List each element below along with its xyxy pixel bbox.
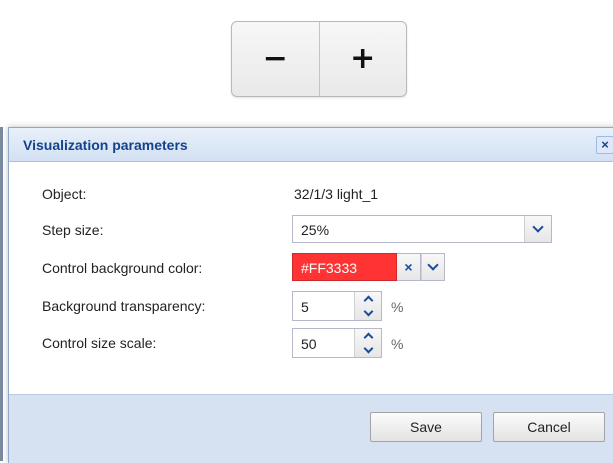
bg-transparency-value: 5: [301, 299, 309, 315]
step-size-label: Step size:: [42, 222, 104, 238]
bg-transparency-increment[interactable]: [355, 292, 381, 306]
chevron-up-icon: [363, 295, 373, 306]
bg-color-dropdown-button[interactable]: [421, 253, 445, 281]
bg-transparency-unit: %: [391, 299, 404, 315]
size-scale-spinner[interactable]: 50: [292, 328, 382, 358]
stepper-control: − +: [231, 21, 407, 97]
bg-color-label: Control background color:: [42, 260, 203, 276]
size-scale-decrement[interactable]: [355, 343, 381, 357]
bg-color-row: Control background color: #FF3333 ×: [9, 253, 613, 283]
bg-color-value: #FF3333: [301, 260, 358, 276]
chevron-down-icon: [363, 343, 373, 354]
chevron-down-icon: [532, 221, 544, 233]
bg-color-swatch[interactable]: #FF3333: [292, 253, 397, 281]
size-scale-row: Control size scale: 50 %: [9, 328, 613, 358]
step-size-value: 25%: [301, 222, 330, 238]
save-button[interactable]: Save: [370, 412, 482, 442]
bg-transparency-row: Background transparency: 5 %: [9, 291, 613, 321]
bg-transparency-label: Background transparency:: [42, 298, 206, 314]
chevron-down-icon: [363, 306, 373, 317]
visualization-parameters-dialog: Visualization parameters × Object: 32/1/…: [8, 127, 613, 463]
clear-icon[interactable]: ×: [397, 253, 421, 281]
size-scale-label: Control size scale:: [42, 335, 157, 351]
object-label: Object:: [42, 186, 87, 202]
chevron-up-icon: [363, 332, 373, 343]
dialog-title: Visualization parameters: [23, 137, 188, 153]
size-scale-increment[interactable]: [355, 329, 381, 343]
size-scale-unit: %: [391, 336, 404, 352]
spinner-buttons: [354, 329, 381, 357]
dialog-body: Object: 32/1/3 light_1 Step size: 25% Co…: [9, 162, 613, 394]
dialog-header: Visualization parameters ×: [9, 128, 613, 162]
bg-transparency-decrement[interactable]: [355, 306, 381, 320]
step-size-dropdown-button[interactable]: [524, 216, 551, 242]
chevron-down-icon: [427, 259, 439, 271]
increment-button[interactable]: +: [320, 22, 407, 96]
step-size-select[interactable]: 25%: [292, 215, 552, 243]
object-row: Object: 32/1/3 light_1: [9, 179, 613, 209]
decrement-button[interactable]: −: [232, 22, 320, 96]
size-scale-value: 50: [301, 336, 317, 352]
dialog-footer: Save Cancel: [9, 394, 613, 463]
object-value: 32/1/3 light_1: [294, 186, 379, 202]
cancel-button[interactable]: Cancel: [493, 412, 605, 442]
step-size-row: Step size: 25%: [9, 215, 613, 245]
close-icon[interactable]: ×: [596, 136, 613, 154]
plus-icon: +: [350, 41, 376, 76]
minus-icon: −: [262, 41, 288, 76]
spinner-buttons: [354, 292, 381, 320]
bg-transparency-spinner[interactable]: 5: [292, 291, 382, 321]
control-preview-area: − +: [0, 0, 613, 127]
